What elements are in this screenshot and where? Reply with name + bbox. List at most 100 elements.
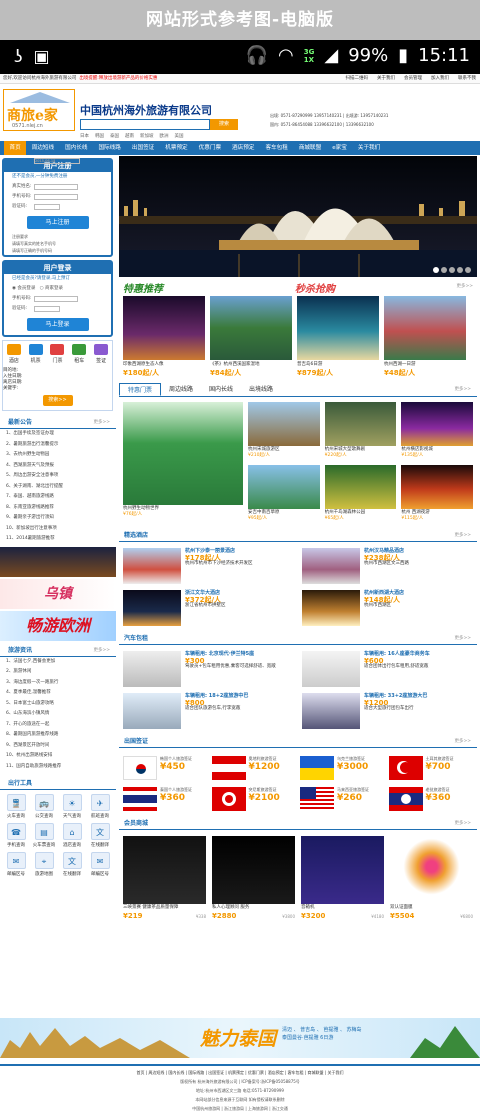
route-item[interactable]: 杭州宋城大型歌舞剧 ¥220起/人 — [324, 402, 397, 460]
hero-slideshow[interactable] — [119, 156, 477, 277]
tool-train[interactable]: 🚆 火车查询 — [4, 794, 28, 819]
hot-keyword[interactable]: 新加坡 — [140, 133, 154, 139]
news-item[interactable]: 5、周边出游安全注意事项 — [6, 471, 116, 482]
booking-tab-ticket[interactable]: 门票 — [50, 344, 65, 364]
top-link-contact[interactable]: 联系不我 — [458, 74, 476, 84]
news-item[interactable]: 6、关于湖南、湖北出行提醒 — [6, 482, 116, 493]
hotels-more-link[interactable]: 更多>> — [454, 532, 471, 538]
tips-item[interactable]: 9、西湖景区开放时间 — [6, 741, 116, 752]
name-input[interactable] — [34, 184, 78, 190]
bus-item[interactable]: 车辆租用: 33+2座旅游大巴 ¥1200 适合大型旅行团包车出行 — [302, 693, 473, 729]
promo-card[interactable]: 普吉岛6日游 ¥879起/人 — [297, 296, 379, 377]
nav-item[interactable]: 关于我们 — [352, 141, 385, 155]
footer-links[interactable]: 首页 | 周边短线 | 国内长线 | 国际线路 | 出国签证 | 机票预定 | … — [0, 1068, 480, 1077]
routes-more-link[interactable]: 更多>> — [454, 386, 471, 392]
news-item[interactable]: 3、去杭州野生动物园 — [6, 450, 116, 461]
tool-translate[interactable]: 文在线翻译 — [88, 823, 112, 848]
keyword-input[interactable] — [34, 158, 80, 164]
nav-item[interactable]: 酒店预定 — [227, 141, 260, 155]
route-item[interactable]: 杭州宋城旅游区 ¥210起/人 — [248, 402, 320, 460]
nav-item-home[interactable]: 首页 — [4, 141, 27, 155]
tool-map[interactable]: ⌖ 旅游地图 — [32, 852, 56, 877]
search-input[interactable] — [80, 119, 210, 130]
top-link-member[interactable]: 会员管理 — [404, 74, 422, 84]
tips-item[interactable]: 6、山东海滨小镇风情 — [6, 709, 116, 720]
tips-item[interactable]: 3、海边度假一次一路旅行 — [6, 678, 116, 689]
tips-item[interactable]: 11、国内自助旅游线路推荐 — [6, 762, 116, 773]
slide-dot[interactable] — [433, 267, 439, 273]
tips-item[interactable]: 5、日本富士山旅游攻略 — [6, 699, 116, 710]
hot-keyword[interactable]: 日本 — [80, 133, 89, 139]
booking-tab-car[interactable]: 租车 — [72, 344, 87, 364]
route-item[interactable]: 杭州 西湖夜游 ¥115起/人 — [401, 465, 473, 523]
news-item[interactable]: 4、西湖旅游天气及预报 — [6, 461, 116, 472]
news-item[interactable]: 1、出国手续及签证办理 — [6, 429, 116, 440]
slide-dot[interactable] — [441, 267, 447, 273]
nav-item[interactable]: 周边短线 — [26, 141, 59, 155]
tab-nearby[interactable]: 周边线路 — [161, 383, 201, 396]
booking-tab-visa[interactable]: 签证 — [94, 344, 109, 364]
promo-more-link[interactable]: 更多>> — [456, 283, 473, 289]
ad-banner-nightview[interactable] — [0, 546, 116, 577]
login-option-merchant[interactable]: 商家登录 — [45, 286, 63, 291]
visa-item[interactable]: 马来西亚旅游签证 ¥260 — [300, 787, 385, 811]
hot-keyword[interactable]: 越南 — [125, 133, 134, 139]
visa-item[interactable]: 乌克兰旅游签证 ¥3000 — [300, 756, 385, 780]
route-item[interactable]: 安吉中南百草原 ¥95起/人 — [248, 465, 320, 523]
top-link-about[interactable]: 关于我们 — [377, 74, 395, 84]
tips-item[interactable]: 10、杭州出游路线安排 — [6, 751, 116, 762]
login-phone-input[interactable] — [34, 296, 78, 302]
news-more-link[interactable]: 更多>> — [93, 417, 110, 429]
tips-item[interactable]: 8、暑期国内旅游推荐线路 — [6, 730, 116, 741]
login-code-input[interactable] — [34, 306, 60, 312]
visa-item[interactable]: 土耳其旅游签证 ¥700 — [388, 756, 474, 780]
tips-item[interactable]: 4、夏季最佳,温馨推荐 — [6, 688, 116, 699]
news-item[interactable]: 2、暑期旅游出行温馨提示 — [6, 440, 116, 451]
mall-item[interactable]: 音箱机 ¥3200 ¥4180 — [301, 836, 384, 920]
tool-hotel[interactable]: ⌂ 酒店查询 — [60, 823, 84, 848]
promo-card[interactable]: 杭州西湖一日游 ¥48起/人 — [384, 296, 466, 377]
hot-keyword[interactable]: 美国 — [175, 133, 184, 139]
slide-dot[interactable] — [465, 267, 471, 273]
tips-item[interactable]: 1、法国七夕,西餐会更加 — [6, 657, 116, 668]
promo-card[interactable]: 印象西湖原生态人像 ¥180起/人 — [123, 296, 205, 377]
hotel-item[interactable]: 杭州新西湖大酒店 ¥148起/人 杭州市西湖区 — [302, 590, 473, 626]
hot-keyword[interactable]: 韩国 — [95, 133, 104, 139]
booking-search-button[interactable]: 搜索>> — [42, 395, 73, 406]
news-item[interactable]: 11、2014暑期旅游推荐 — [6, 534, 116, 545]
top-link-qrcode[interactable]: 扫描二维码 — [346, 74, 369, 84]
tab-outbound[interactable]: 出境线路 — [241, 383, 281, 396]
visa-item[interactable]: 泰国个人旅游签证 ¥360 — [123, 787, 208, 811]
mall-item[interactable]: 三峡景赛 健康茶品质量保障 ¥219 ¥338 — [123, 836, 206, 920]
news-item[interactable]: 9、暑期亲子游出行须知 — [6, 513, 116, 524]
mall-more-link[interactable]: 更多>> — [454, 820, 471, 826]
tool-zipcode[interactable]: ✉ 邮编区号 — [4, 852, 28, 877]
slide-dot[interactable] — [449, 267, 455, 273]
nav-item[interactable]: 客车包租 — [260, 141, 293, 155]
news-item[interactable]: 7、泰国、越南旅游线路 — [6, 492, 116, 503]
nav-item[interactable]: 商城联盟 — [293, 141, 326, 155]
tool-weather[interactable]: ☀ 天气查询 — [60, 794, 84, 819]
nav-item[interactable]: 优惠门票 — [193, 141, 226, 155]
bus-item[interactable]: 车辆租用: 北京现代·伊兰特5座 ¥300 驾驶员+包车租用优惠,乘客可选择舒适、宽… — [123, 651, 294, 687]
booking-tab-hotel[interactable]: 酒店 — [6, 344, 21, 364]
news-item[interactable]: 8、东南亚旅游线路推荐 — [6, 503, 116, 514]
slide-dot[interactable] — [457, 267, 463, 273]
visa-item[interactable]: 老挝旅游签证 ¥360 — [388, 787, 474, 811]
visa-item[interactable]: 韩国个人旅游签证 ¥450 — [123, 756, 208, 780]
tool-bus[interactable]: 🚌 公交查询 — [32, 794, 56, 819]
register-button[interactable]: 马上注册 — [26, 216, 89, 229]
ad-banner-europe[interactable]: 畅游欧洲 — [0, 610, 116, 641]
news-item[interactable]: 10、新加坡出行注意事项 — [6, 524, 116, 535]
nav-item[interactable]: 出国签证 — [126, 141, 159, 155]
login-button[interactable]: 马上登录 — [26, 318, 89, 331]
nav-item[interactable]: e家宝 — [327, 141, 353, 155]
tab-domestic[interactable]: 国内长线 — [201, 383, 241, 396]
hotel-item[interactable]: 浙江文华大酒店 ¥372起/人 浙江省杭州市拱墅区 — [123, 590, 294, 626]
tips-item[interactable]: 2、旅游休闲 — [6, 667, 116, 678]
route-item[interactable]: 杭州千岛湖森林公园 ¥65起/人 — [324, 465, 397, 523]
hotel-item[interactable]: 杭州下沙泰一丽景酒店 ¥178起/人 杭州市杭州市下沙经济技术开发区 — [123, 548, 294, 584]
search-button[interactable]: 搜索 — [210, 119, 238, 130]
tips-item[interactable]: 7、开心的旅途在一起 — [6, 720, 116, 731]
booking-tab-flight[interactable]: 机票 — [28, 344, 43, 364]
